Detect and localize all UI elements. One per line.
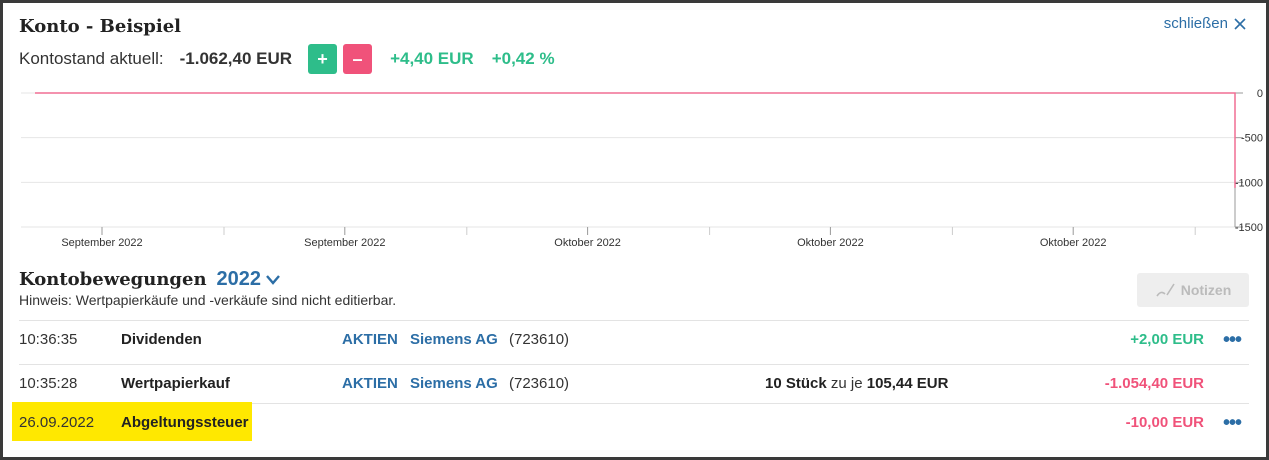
- row-wkn: (723610): [509, 331, 570, 348]
- more-options-icon[interactable]: •••: [1223, 403, 1242, 443]
- notes-label: Notizen: [1180, 282, 1232, 298]
- row-amount: -1.054,40 EUR: [1104, 375, 1204, 392]
- row-quantity-sep: zu je: [826, 375, 867, 392]
- row-wkn: (723610): [509, 375, 570, 392]
- row-amount: +2,00 EUR: [1130, 331, 1204, 348]
- hint-text: Hinweis: Wertpapierkäufe und -verkäufe s…: [19, 292, 397, 308]
- more-options-icon[interactable]: •••: [1223, 320, 1242, 360]
- withdraw-button[interactable]: –: [343, 44, 373, 74]
- row-category-link[interactable]: AKTIEN: [342, 320, 398, 360]
- x-tick-label: September 2022: [61, 237, 142, 249]
- y-tick-label: -500: [1241, 133, 1263, 145]
- balance-chart: 0 -500 -1000 -1500 September 2022 September 2…: [21, 88, 1263, 249]
- deposit-button[interactable]: +: [308, 44, 338, 74]
- row-amount: -10,00 EUR: [1125, 414, 1204, 431]
- row-category-link[interactable]: AKTIEN: [342, 364, 398, 404]
- row-time: 10:36:35: [19, 331, 78, 348]
- balance-series-line: [35, 92, 1236, 188]
- balance-row: Kontostand aktuell: -1.062,40 EUR + – +4…: [19, 44, 555, 74]
- movements-header: Kontobewegungen 2022: [19, 268, 281, 291]
- change-percent: +0,42 %: [491, 49, 555, 68]
- row-quantity-amount: 10 Stück: [765, 375, 827, 392]
- table-row[interactable]: 10:35:28 Wertpapierkauf AKTIEN Siemens A…: [3, 364, 1266, 404]
- row-time: 10:35:28: [19, 375, 78, 392]
- account-modal: Konto - Beispiel schließen Kontostand ak…: [3, 3, 1266, 457]
- row-quantity: 10 Stück zu je 105,44 EUR: [765, 364, 948, 404]
- close-icon: [1234, 17, 1246, 30]
- row-type: Abgeltungssteuer: [121, 414, 249, 431]
- row-security-link[interactable]: Siemens AG: [410, 364, 498, 404]
- y-tick-label: -1000: [1235, 177, 1263, 189]
- x-tick-label: September 2022: [304, 237, 385, 249]
- y-tick-label: -1500: [1235, 222, 1263, 234]
- x-tick-label: Oktober 2022: [554, 237, 621, 249]
- x-tick-label: Oktober 2022: [1040, 237, 1107, 249]
- table-row[interactable]: 26.09.2022 Abgeltungssteuer -10,00 EUR •…: [3, 403, 1266, 443]
- pencil-icon: [1156, 283, 1175, 297]
- chevron-down-icon[interactable]: [265, 274, 281, 286]
- x-tick-label: Oktober 2022: [797, 237, 864, 249]
- y-tick-label: 0: [1257, 88, 1263, 100]
- row-date: 26.09.2022: [19, 414, 95, 431]
- balance-value: -1.062,40 EUR: [179, 49, 293, 68]
- row-type: Wertpapierkauf: [121, 375, 230, 392]
- year-selector[interactable]: 2022: [217, 268, 262, 291]
- row-unit-price: 105,44 EUR: [866, 375, 949, 392]
- close-button[interactable]: schließen: [1164, 15, 1246, 32]
- row-type: Dividenden: [121, 331, 202, 348]
- row-security-link[interactable]: Siemens AG: [410, 320, 498, 360]
- balance-label: Kontostand aktuell:: [19, 49, 164, 68]
- change-absolute: +4,40 EUR: [390, 49, 474, 68]
- movements-title: Kontobewegungen: [19, 269, 207, 290]
- close-label: schließen: [1163, 15, 1228, 32]
- modal-title: Konto - Beispiel: [19, 16, 182, 37]
- table-row[interactable]: 10:36:35 Dividenden AKTIEN Siemens AG (7…: [3, 320, 1266, 360]
- notes-button[interactable]: Notizen: [1137, 273, 1249, 307]
